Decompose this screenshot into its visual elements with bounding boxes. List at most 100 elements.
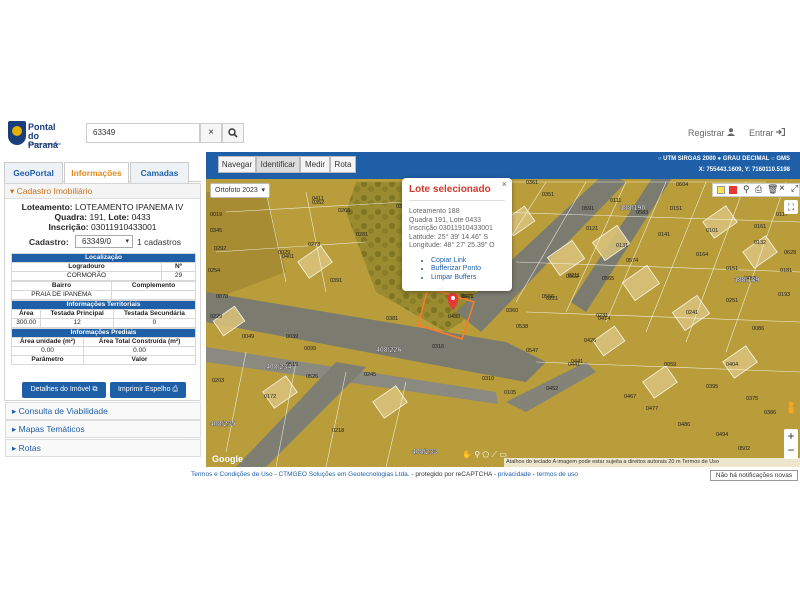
user-icon	[727, 128, 736, 136]
map-toolbar: Navegar Identificar Medir Rota ○ UTM SIR…	[206, 152, 800, 179]
close-icon[interactable]: ×	[779, 183, 785, 194]
lot-number-0151b: 0151	[726, 266, 738, 272]
color-swatch-icon[interactable]	[729, 186, 737, 194]
lot-number-0574: 0574	[626, 258, 638, 264]
lot-number-0131: 0131	[616, 243, 628, 249]
lot-number-0538: 0538	[516, 324, 528, 330]
limpar-buffers-link[interactable]: Limpar Buffers	[431, 274, 505, 283]
privacy-link[interactable]: privacidade	[498, 471, 531, 478]
accordion-rotas[interactable]: ▸ Rotas	[5, 439, 201, 457]
testada-principal-value: 12	[40, 318, 114, 328]
lot-number-0375: 0375	[746, 396, 758, 402]
logo[interactable]: Pontal do Paraná governo municipal	[8, 121, 68, 150]
terms-link[interactable]: Termos e Condições de Uso	[191, 471, 273, 478]
trash-icon[interactable]: 🗑	[767, 184, 778, 195]
prediais-table: Informações Prediais Área unidade (m²) Ár…	[11, 328, 196, 365]
map-viewport[interactable]: 0361 0351 0111 0121 0131 0141 0151 0161 …	[206, 152, 800, 467]
cadastro-section-title: Cadastro Imobiliário	[16, 186, 93, 196]
search-input[interactable]: 63349	[86, 123, 200, 143]
search-button[interactable]	[222, 123, 244, 143]
map-tools-strip: ⚲ ⎙ 🗑 × ⤢	[712, 183, 800, 197]
fullscreen-icon: ⛶	[787, 202, 795, 212]
block-label-408-234: 408/234	[266, 364, 291, 371]
radio-gms[interactable]: ○ GMS	[771, 156, 790, 162]
cadastro-select[interactable]: 63349/0 ▾	[75, 235, 133, 248]
area-label: Área	[10, 309, 42, 319]
accordion-mapas-tematicos[interactable]: ▸ Mapas Temáticos	[5, 420, 201, 438]
tab-camadas[interactable]: Camadas	[130, 162, 189, 183]
line-icon[interactable]: ⟋	[491, 450, 497, 459]
lot-number-0078: 0078	[216, 294, 228, 300]
pegman-icon[interactable]	[784, 401, 798, 417]
coord-option-gms: GMS	[776, 156, 790, 162]
tab-informacoes[interactable]: Informações	[64, 162, 129, 184]
testada-secundaria-value: 0	[112, 318, 197, 328]
notifications-badge[interactable]: Não há notificações novas	[710, 470, 798, 481]
zoom-in-button[interactable]: +	[784, 429, 798, 444]
complemento-label: Complemento	[111, 281, 196, 291]
expand-icon[interactable]: ⤢	[791, 183, 798, 194]
tool-navegar[interactable]: Navegar	[218, 156, 256, 173]
recaptcha-text: protegido por reCAPTCHA	[415, 471, 492, 478]
popup-title: Lote selecionado	[409, 183, 505, 201]
lot-number-0164: 0164	[696, 252, 708, 258]
tool-identificar[interactable]: Identificar	[256, 156, 300, 173]
lote-value: 0433	[131, 212, 151, 222]
bairro-value: PRAIA DE IPANEMA	[11, 290, 112, 300]
territoriais-table: Informações Territoriais Área Testada Pri…	[10, 300, 197, 328]
cadastro-select-value: 63349/0	[82, 237, 111, 246]
lot-number-0132: 0132	[754, 240, 766, 246]
popup-latitude: Latitude: 25° 39' 14.46" S	[409, 233, 489, 241]
cadastro-row: Cadastro: 63349/0 ▾ 1 cadastros	[5, 235, 200, 249]
polygon-icon[interactable]: ⬠	[482, 450, 489, 459]
copiar-link[interactable]: Copiar Link	[431, 257, 505, 266]
company-link[interactable]: CTMGEO Soluções em Geotecnologias Ltda.	[278, 471, 409, 478]
login-link[interactable]: Entrar	[749, 127, 786, 138]
territoriais-header: Informações Territoriais	[11, 300, 196, 310]
quadra-label: Quadra:	[54, 212, 88, 222]
loteamento-value: LOTEAMENTO IPANEMA IV	[75, 202, 184, 212]
register-link[interactable]: Registrar	[688, 128, 736, 138]
sign-in-icon	[776, 127, 786, 137]
imprimir-espelho-button[interactable]: Imprimir Espelho ⎙	[110, 382, 186, 398]
popup-links: Copiar Link Bufferizar Ponto Limpar Buff…	[409, 257, 505, 283]
lot-number-0039: 0039	[286, 334, 298, 340]
lot-number-0099: 0099	[304, 346, 316, 352]
cadastro-section-header[interactable]: ▾ Cadastro Imobiliário	[5, 184, 200, 199]
zoom-out-button[interactable]: −	[784, 444, 798, 459]
coord-system-options: ○ UTM SIRGAS 2000 ● GRAU DECIMAL ○ GMS	[658, 156, 790, 162]
print-icon[interactable]: ⎙	[755, 184, 762, 195]
fullscreen-button[interactable]: ⛶	[784, 200, 798, 214]
close-icon: ×	[208, 127, 214, 138]
lot-number-0433: 0433	[448, 314, 460, 320]
clear-search-button[interactable]: ×	[200, 123, 222, 143]
lot-number-0019: 0019	[210, 212, 222, 218]
lot-number-0345: 0345	[210, 228, 222, 234]
block-label-188-189: 188/189	[734, 277, 759, 284]
detalhes-imovel-button[interactable]: Detalhes do Imóvel ⧉	[22, 382, 106, 398]
popup-inscricao: Inscrição 03011910433001	[409, 225, 493, 232]
accordion-consulta-viabilidade[interactable]: ▸ Consulta de Viabilidade	[5, 402, 201, 420]
lot-number-0105: 0105	[504, 390, 516, 396]
lot-number-0386: 0386	[764, 410, 776, 416]
close-popup-icon[interactable]: ×	[502, 179, 507, 189]
bufferizar-ponto-link[interactable]: Bufferizar Ponto	[431, 265, 505, 274]
tool-rota[interactable]: Rota	[330, 156, 356, 173]
radio-utm[interactable]: ○ UTM SIRGAS 2000	[658, 156, 716, 162]
detalhes-label: Detalhes do Imóvel	[30, 386, 91, 393]
basemap-select[interactable]: Ortofoto 2023 ▾	[210, 183, 270, 198]
lot-number-0421: 0421	[462, 294, 474, 300]
lot-number-0441b: 0441	[568, 362, 580, 368]
marker-icon[interactable]: ⚲	[474, 450, 480, 459]
lot-number-0203: 0203	[212, 378, 224, 384]
zoom-search-icon[interactable]: ⚲	[743, 184, 750, 195]
layers-icon[interactable]	[717, 186, 725, 194]
popup-longitude: Longitude: 48° 27' 25.39" O	[409, 242, 495, 249]
tab-geoportal[interactable]: GeoPortal	[4, 162, 63, 183]
tool-medir[interactable]: Medir	[300, 156, 330, 173]
logo-subtitle: governo municipal	[28, 141, 61, 146]
terms-of-use-link[interactable]: termos de uso	[537, 471, 578, 478]
radio-grau[interactable]: ● GRAU DECIMAL	[718, 156, 770, 162]
lot-number-0426: 0426	[584, 338, 596, 344]
hand-icon[interactable]: ✋	[462, 450, 472, 459]
